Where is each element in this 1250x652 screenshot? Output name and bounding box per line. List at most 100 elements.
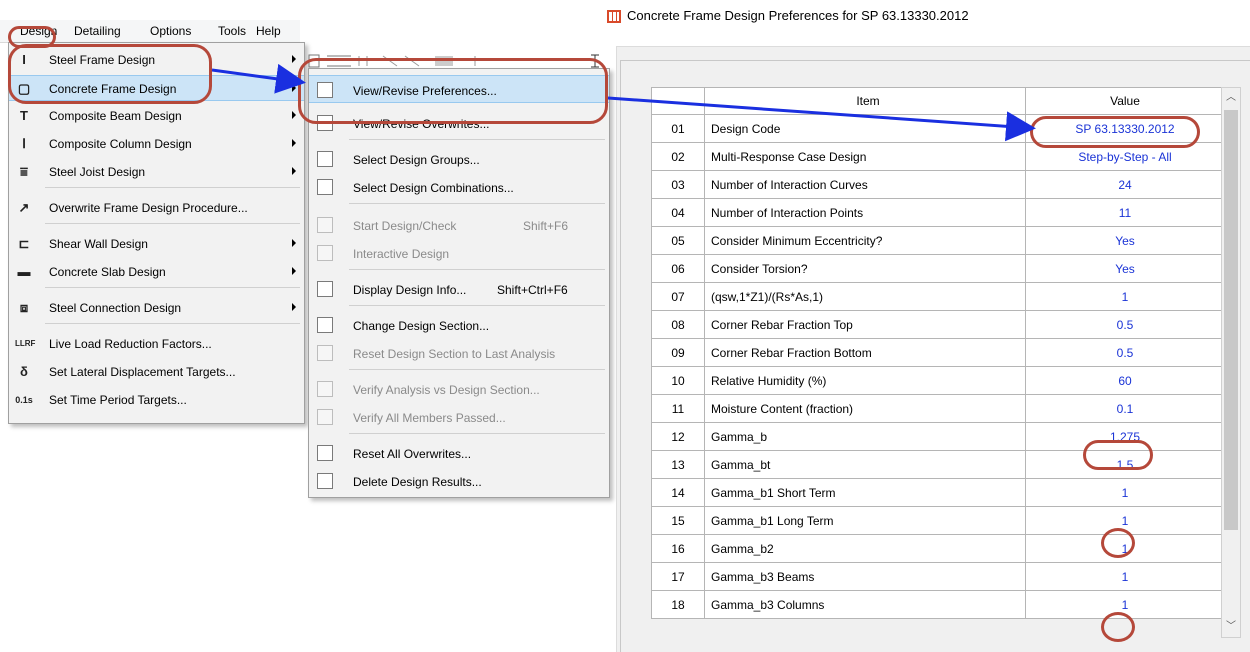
- submenu-item-verify-all-members-passed[interactable]: Verify All Members Passed...: [309, 403, 609, 431]
- shortcut-label: Shift+F6: [523, 219, 569, 233]
- reset-overwrites-icon: [317, 445, 333, 461]
- menu-separator: [349, 369, 605, 370]
- verify-members-icon: [317, 409, 333, 425]
- submenu-item-label: Reset Design Section to Last Analysis: [353, 347, 556, 361]
- row-number: 14: [651, 478, 705, 507]
- menu-item-shear-wall-design[interactable]: ⊏ Shear Wall Design: [9, 231, 304, 257]
- concrete-slab-icon: ▬: [17, 264, 31, 279]
- start-design-icon: [317, 217, 333, 233]
- menu-options[interactable]: Options: [150, 24, 191, 38]
- row-number: 09: [651, 338, 705, 367]
- menu-item-label: Steel Joist Design: [49, 165, 146, 179]
- row-item: Gamma_b: [704, 422, 1026, 451]
- row-item: Number of Interaction Points: [704, 198, 1026, 227]
- row-number: 02: [651, 142, 705, 171]
- menu-separator: [45, 287, 300, 288]
- submenu-item-label: Display Design Info...: [353, 283, 467, 297]
- menu-detailing[interactable]: Detailing: [74, 24, 121, 38]
- row-value[interactable]: Yes: [1025, 254, 1225, 283]
- scroll-thumb[interactable]: [1224, 110, 1238, 530]
- table-row[interactable]: 07 (qsw,1*Z1)/(Rs*As,1) 1: [651, 282, 1225, 311]
- menu-help[interactable]: Help: [256, 24, 281, 38]
- submenu-item-verify-analysis-vs-design[interactable]: Verify Analysis vs Design Section...: [309, 375, 609, 403]
- row-number: 03: [651, 170, 705, 199]
- scroll-up-icon[interactable]: ︿: [1225, 92, 1237, 104]
- submenu-item-start-design-check[interactable]: Start Design/Check Shift+F6: [309, 211, 609, 239]
- submenu-item-select-design-combinations[interactable]: Select Design Combinations...: [309, 173, 609, 201]
- row-value[interactable]: 0.1: [1025, 394, 1225, 423]
- table-row[interactable]: 08 Corner Rebar Fraction Top 0.5: [651, 310, 1225, 339]
- submenu-item-label: Select Design Groups...: [353, 153, 480, 167]
- row-number: 15: [651, 506, 705, 535]
- row-value[interactable]: 1: [1025, 282, 1225, 311]
- table-row[interactable]: 03 Number of Interaction Curves 24: [651, 170, 1225, 199]
- table-row[interactable]: 10 Relative Humidity (%) 60: [651, 366, 1225, 395]
- row-value[interactable]: 60: [1025, 366, 1225, 395]
- row-number: 18: [651, 590, 705, 619]
- annotation-circle-gamma-b: [1083, 440, 1153, 470]
- menu-separator: [349, 305, 605, 306]
- row-value[interactable]: 11: [1025, 198, 1225, 227]
- scroll-down-icon[interactable]: ﹀: [1225, 621, 1237, 633]
- row-value[interactable]: Yes: [1025, 226, 1225, 255]
- submenu-item-label: Reset All Overwrites...: [353, 447, 472, 461]
- annotation-circle-gamma-b1-long-term: [1101, 528, 1135, 558]
- menu-item-composite-beam-design[interactable]: T Composite Beam Design: [9, 103, 304, 129]
- row-item: Gamma_b1 Short Term: [704, 478, 1026, 507]
- steel-connection-icon: ⧈: [19, 300, 29, 315]
- row-value[interactable]: 1: [1025, 562, 1225, 591]
- row-number: 06: [651, 254, 705, 283]
- menu-separator: [349, 433, 605, 434]
- submenu-item-interactive-design[interactable]: Interactive Design: [309, 239, 609, 267]
- table-row[interactable]: 17 Gamma_b3 Beams 1: [651, 562, 1225, 591]
- preferences-table: Item Value 01 Design Code SP 63.13330.2012…: [651, 87, 1225, 619]
- menu-separator: [349, 203, 605, 204]
- table-row[interactable]: 05 Consider Minimum Eccentricity? Yes: [651, 226, 1225, 255]
- table-row[interactable]: 15 Gamma_b1 Long Term 1: [651, 506, 1225, 535]
- menu-item-label: Steel Connection Design: [49, 301, 182, 315]
- table-row[interactable]: 04 Number of Interaction Points 11: [651, 198, 1225, 227]
- table-row[interactable]: 06 Consider Torsion? Yes: [651, 254, 1225, 283]
- row-item: Gamma_b1 Long Term: [704, 506, 1026, 535]
- submenu-item-delete-design-results[interactable]: Delete Design Results...: [309, 467, 609, 495]
- menu-item-steel-connection-design[interactable]: ⧈ Steel Connection Design: [9, 295, 304, 321]
- row-number: 05: [651, 226, 705, 255]
- row-item: Consider Minimum Eccentricity?: [704, 226, 1026, 255]
- menu-item-live-load-reduction-factors[interactable]: LLRF Live Load Reduction Factors...: [9, 331, 304, 357]
- submenu-item-reset-all-overwrites[interactable]: Reset All Overwrites...: [309, 439, 609, 467]
- submenu-item-reset-design-section[interactable]: Reset Design Section to Last Analysis: [309, 339, 609, 367]
- menu-item-set-lateral-displacement-targets[interactable]: δ Set Lateral Displacement Targets...: [9, 359, 304, 385]
- table-row[interactable]: 16 Gamma_b2 1: [651, 534, 1225, 563]
- submenu-item-label: Change Design Section...: [353, 319, 490, 333]
- header-number-cell: [651, 87, 705, 115]
- menu-tools[interactable]: Tools: [218, 24, 246, 38]
- table-row[interactable]: 14 Gamma_b1 Short Term 1: [651, 478, 1225, 507]
- row-number: 17: [651, 562, 705, 591]
- table-row[interactable]: 11 Moisture Content (fraction) 0.1: [651, 394, 1225, 423]
- menu-item-composite-column-design[interactable]: Ⅰ Composite Column Design: [9, 131, 304, 157]
- submenu-item-display-design-info[interactable]: Display Design Info... Shift+Ctrl+F6: [309, 275, 609, 303]
- menu-item-overwrite-frame-design-procedure[interactable]: ↗ Overwrite Frame Design Procedure...: [9, 195, 304, 221]
- submenu-item-select-design-groups[interactable]: Select Design Groups...: [309, 145, 609, 173]
- row-value[interactable]: 0.5: [1025, 338, 1225, 367]
- table-row[interactable]: 09 Corner Rebar Fraction Bottom 0.5: [651, 338, 1225, 367]
- menu-item-steel-joist-design[interactable]: ⩸ Steel Joist Design: [9, 159, 304, 185]
- menu-item-label: Set Time Period Targets...: [49, 393, 187, 407]
- table-row[interactable]: 18 Gamma_b3 Columns 1: [651, 590, 1225, 619]
- row-value[interactable]: 24: [1025, 170, 1225, 199]
- menu-item-label: Shear Wall Design: [49, 237, 148, 251]
- row-number: 01: [651, 114, 705, 143]
- row-value[interactable]: 0.5: [1025, 310, 1225, 339]
- submenu-arrow-icon: [292, 139, 296, 147]
- row-number: 16: [651, 534, 705, 563]
- menu-item-concrete-slab-design[interactable]: ▬ Concrete Slab Design: [9, 259, 304, 285]
- menu-item-label: Overwrite Frame Design Procedure...: [49, 201, 248, 215]
- submenu-item-change-design-section[interactable]: Change Design Section...: [309, 311, 609, 339]
- menu-separator: [45, 323, 300, 324]
- submenu-arrow-icon: [292, 239, 296, 247]
- table-header-row: Item Value: [651, 87, 1225, 115]
- menu-item-set-time-period-targets[interactable]: 0.1s Set Time Period Targets...: [9, 387, 304, 413]
- table-scrollbar[interactable]: ︿ ﹀: [1221, 87, 1241, 638]
- verify-analysis-icon: [317, 381, 333, 397]
- row-value[interactable]: 1: [1025, 478, 1225, 507]
